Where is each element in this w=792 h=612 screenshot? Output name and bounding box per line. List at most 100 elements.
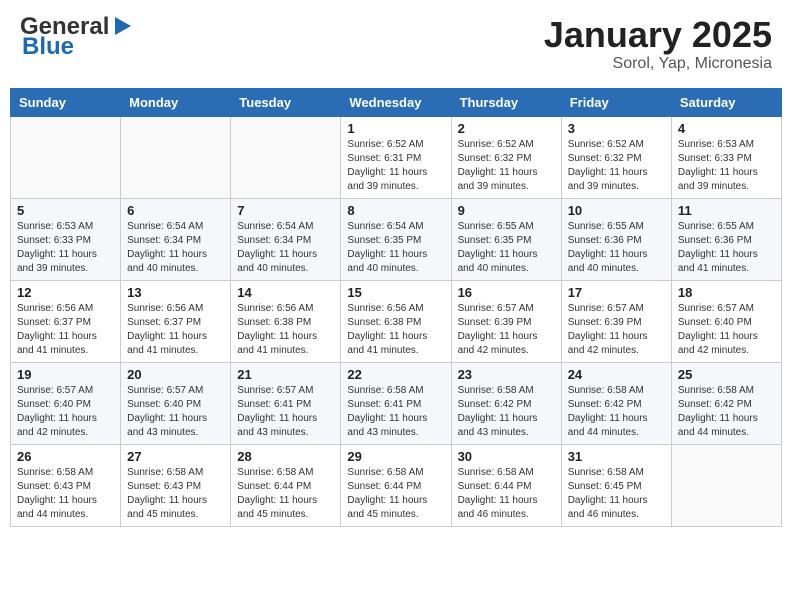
calendar-header-row: SundayMondayTuesdayWednesdayThursdayFrid…	[11, 88, 782, 116]
day-info: Sunrise: 6:57 AMSunset: 6:39 PMDaylight:…	[458, 302, 555, 358]
day-number: 13	[127, 285, 224, 300]
calendar-cell: 22 Sunrise: 6:58 AMSunset: 6:41 PMDayligh…	[341, 362, 451, 444]
calendar-cell	[671, 444, 781, 526]
day-info: Sunrise: 6:58 AMSunset: 6:44 PMDaylight:…	[347, 466, 444, 522]
day-info: Sunrise: 6:58 AMSunset: 6:41 PMDaylight:…	[347, 384, 444, 440]
logo: General Blue	[20, 15, 133, 59]
calendar-day-header: Monday	[121, 88, 231, 116]
logo-arrow-icon	[111, 15, 133, 37]
day-info: Sunrise: 6:58 AMSunset: 6:42 PMDaylight:…	[678, 384, 775, 440]
day-info: Sunrise: 6:58 AMSunset: 6:43 PMDaylight:…	[17, 466, 114, 522]
day-info: Sunrise: 6:56 AMSunset: 6:38 PMDaylight:…	[237, 302, 334, 358]
day-info: Sunrise: 6:57 AMSunset: 6:41 PMDaylight:…	[237, 384, 334, 440]
calendar-day-header: Friday	[561, 88, 671, 116]
day-number: 3	[568, 121, 665, 136]
calendar-cell: 11 Sunrise: 6:55 AMSunset: 6:36 PMDayligh…	[671, 198, 781, 280]
day-number: 27	[127, 449, 224, 464]
calendar-cell: 24 Sunrise: 6:58 AMSunset: 6:42 PMDayligh…	[561, 362, 671, 444]
day-info: Sunrise: 6:57 AMSunset: 6:40 PMDaylight:…	[127, 384, 224, 440]
calendar-cell: 13Sunrise: 6:56 AMSunset: 6:37 PMDayligh…	[121, 280, 231, 362]
day-info: Sunrise: 6:53 AMSunset: 6:33 PMDaylight:…	[678, 138, 775, 194]
calendar-cell: 2 Sunrise: 6:52 AMSunset: 6:32 PMDaylight…	[451, 116, 561, 198]
day-info: Sunrise: 6:52 AMSunset: 6:32 PMDaylight:…	[458, 138, 555, 194]
day-number: 12	[17, 285, 114, 300]
calendar-cell	[231, 116, 341, 198]
calendar-cell: 9 Sunrise: 6:55 AMSunset: 6:35 PMDaylight…	[451, 198, 561, 280]
day-number: 14	[237, 285, 334, 300]
calendar-day-header: Wednesday	[341, 88, 451, 116]
day-number: 25	[678, 367, 775, 382]
calendar-cell: 20 Sunrise: 6:57 AMSunset: 6:40 PMDayligh…	[121, 362, 231, 444]
day-number: 1	[347, 121, 444, 136]
day-number: 15	[347, 285, 444, 300]
day-info: Sunrise: 6:58 AMSunset: 6:42 PMDaylight:…	[458, 384, 555, 440]
calendar-cell: 30 Sunrise: 6:58 AMSunset: 6:44 PMDayligh…	[451, 444, 561, 526]
day-info: Sunrise: 6:54 AMSunset: 6:35 PMDaylight:…	[347, 220, 444, 276]
calendar-cell: 1 Sunrise: 6:52 AMSunset: 6:31 PMDaylight…	[341, 116, 451, 198]
day-info: Sunrise: 6:55 AMSunset: 6:35 PMDaylight:…	[458, 220, 555, 276]
day-info: Sunrise: 6:56 AMSunset: 6:38 PMDaylight:…	[347, 302, 444, 358]
day-info: Sunrise: 6:53 AMSunset: 6:33 PMDaylight:…	[17, 220, 114, 276]
day-number: 2	[458, 121, 555, 136]
calendar-cell: 26Sunrise: 6:58 AMSunset: 6:43 PMDayligh…	[11, 444, 121, 526]
day-number: 21	[237, 367, 334, 382]
calendar-cell: 10Sunrise: 6:55 AMSunset: 6:36 PMDayligh…	[561, 198, 671, 280]
calendar-cell: 15 Sunrise: 6:56 AMSunset: 6:38 PMDayligh…	[341, 280, 451, 362]
calendar-cell: 21 Sunrise: 6:57 AMSunset: 6:41 PMDayligh…	[231, 362, 341, 444]
day-number: 9	[458, 203, 555, 218]
day-number: 31	[568, 449, 665, 464]
day-info: Sunrise: 6:58 AMSunset: 6:43 PMDaylight:…	[127, 466, 224, 522]
day-number: 23	[458, 367, 555, 382]
day-number: 11	[678, 203, 775, 218]
calendar-cell: 31Sunrise: 6:58 AMSunset: 6:45 PMDayligh…	[561, 444, 671, 526]
calendar-week-row: 19 Sunrise: 6:57 AMSunset: 6:40 PMDayligh…	[11, 362, 782, 444]
calendar-day-header: Tuesday	[231, 88, 341, 116]
calendar-cell: 19 Sunrise: 6:57 AMSunset: 6:40 PMDayligh…	[11, 362, 121, 444]
calendar-cell	[121, 116, 231, 198]
calendar-day-header: Thursday	[451, 88, 561, 116]
calendar-cell: 12 Sunrise: 6:56 AMSunset: 6:37 PMDayligh…	[11, 280, 121, 362]
calendar-cell: 14 Sunrise: 6:56 AMSunset: 6:38 PMDayligh…	[231, 280, 341, 362]
day-info: Sunrise: 6:58 AMSunset: 6:44 PMDaylight:…	[237, 466, 334, 522]
day-number: 24	[568, 367, 665, 382]
day-info: Sunrise: 6:58 AMSunset: 6:44 PMDaylight:…	[458, 466, 555, 522]
day-info: Sunrise: 6:57 AMSunset: 6:40 PMDaylight:…	[678, 302, 775, 358]
calendar-cell: 28 Sunrise: 6:58 AMSunset: 6:44 PMDayligh…	[231, 444, 341, 526]
day-info: Sunrise: 6:54 AMSunset: 6:34 PMDaylight:…	[237, 220, 334, 276]
calendar-title-block: January 2025 Sorol, Yap, Micronesia	[544, 15, 772, 73]
day-number: 20	[127, 367, 224, 382]
calendar-day-header: Sunday	[11, 88, 121, 116]
day-info: Sunrise: 6:55 AMSunset: 6:36 PMDaylight:…	[678, 220, 775, 276]
calendar-title: January 2025	[544, 15, 772, 55]
day-number: 6	[127, 203, 224, 218]
calendar-cell: 6 Sunrise: 6:54 AMSunset: 6:34 PMDaylight…	[121, 198, 231, 280]
calendar-cell: 27 Sunrise: 6:58 AMSunset: 6:43 PMDayligh…	[121, 444, 231, 526]
day-number: 16	[458, 285, 555, 300]
calendar-subtitle: Sorol, Yap, Micronesia	[544, 55, 772, 73]
day-info: Sunrise: 6:55 AMSunset: 6:36 PMDaylight:…	[568, 220, 665, 276]
day-info: Sunrise: 6:57 AMSunset: 6:40 PMDaylight:…	[17, 384, 114, 440]
calendar-day-header: Saturday	[671, 88, 781, 116]
day-info: Sunrise: 6:54 AMSunset: 6:34 PMDaylight:…	[127, 220, 224, 276]
calendar-week-row: 26Sunrise: 6:58 AMSunset: 6:43 PMDayligh…	[11, 444, 782, 526]
day-info: Sunrise: 6:56 AMSunset: 6:37 PMDaylight:…	[17, 302, 114, 358]
calendar-cell: 4 Sunrise: 6:53 AMSunset: 6:33 PMDaylight…	[671, 116, 781, 198]
calendar-cell: 29Sunrise: 6:58 AMSunset: 6:44 PMDayligh…	[341, 444, 451, 526]
calendar-cell: 23 Sunrise: 6:58 AMSunset: 6:42 PMDayligh…	[451, 362, 561, 444]
calendar-cell	[11, 116, 121, 198]
calendar-cell: 3Sunrise: 6:52 AMSunset: 6:32 PMDaylight…	[561, 116, 671, 198]
calendar-table: SundayMondayTuesdayWednesdayThursdayFrid…	[10, 88, 782, 527]
calendar-week-row: 5Sunrise: 6:53 AMSunset: 6:33 PMDaylight…	[11, 198, 782, 280]
day-number: 28	[237, 449, 334, 464]
calendar-cell: 16 Sunrise: 6:57 AMSunset: 6:39 PMDayligh…	[451, 280, 561, 362]
day-number: 22	[347, 367, 444, 382]
calendar-cell: 5Sunrise: 6:53 AMSunset: 6:33 PMDaylight…	[11, 198, 121, 280]
day-number: 30	[458, 449, 555, 464]
day-info: Sunrise: 6:58 AMSunset: 6:42 PMDaylight:…	[568, 384, 665, 440]
calendar-cell: 25 Sunrise: 6:58 AMSunset: 6:42 PMDayligh…	[671, 362, 781, 444]
day-number: 17	[568, 285, 665, 300]
day-number: 19	[17, 367, 114, 382]
calendar-cell: 7Sunrise: 6:54 AMSunset: 6:34 PMDaylight…	[231, 198, 341, 280]
day-number: 4	[678, 121, 775, 136]
day-info: Sunrise: 6:52 AMSunset: 6:31 PMDaylight:…	[347, 138, 444, 194]
